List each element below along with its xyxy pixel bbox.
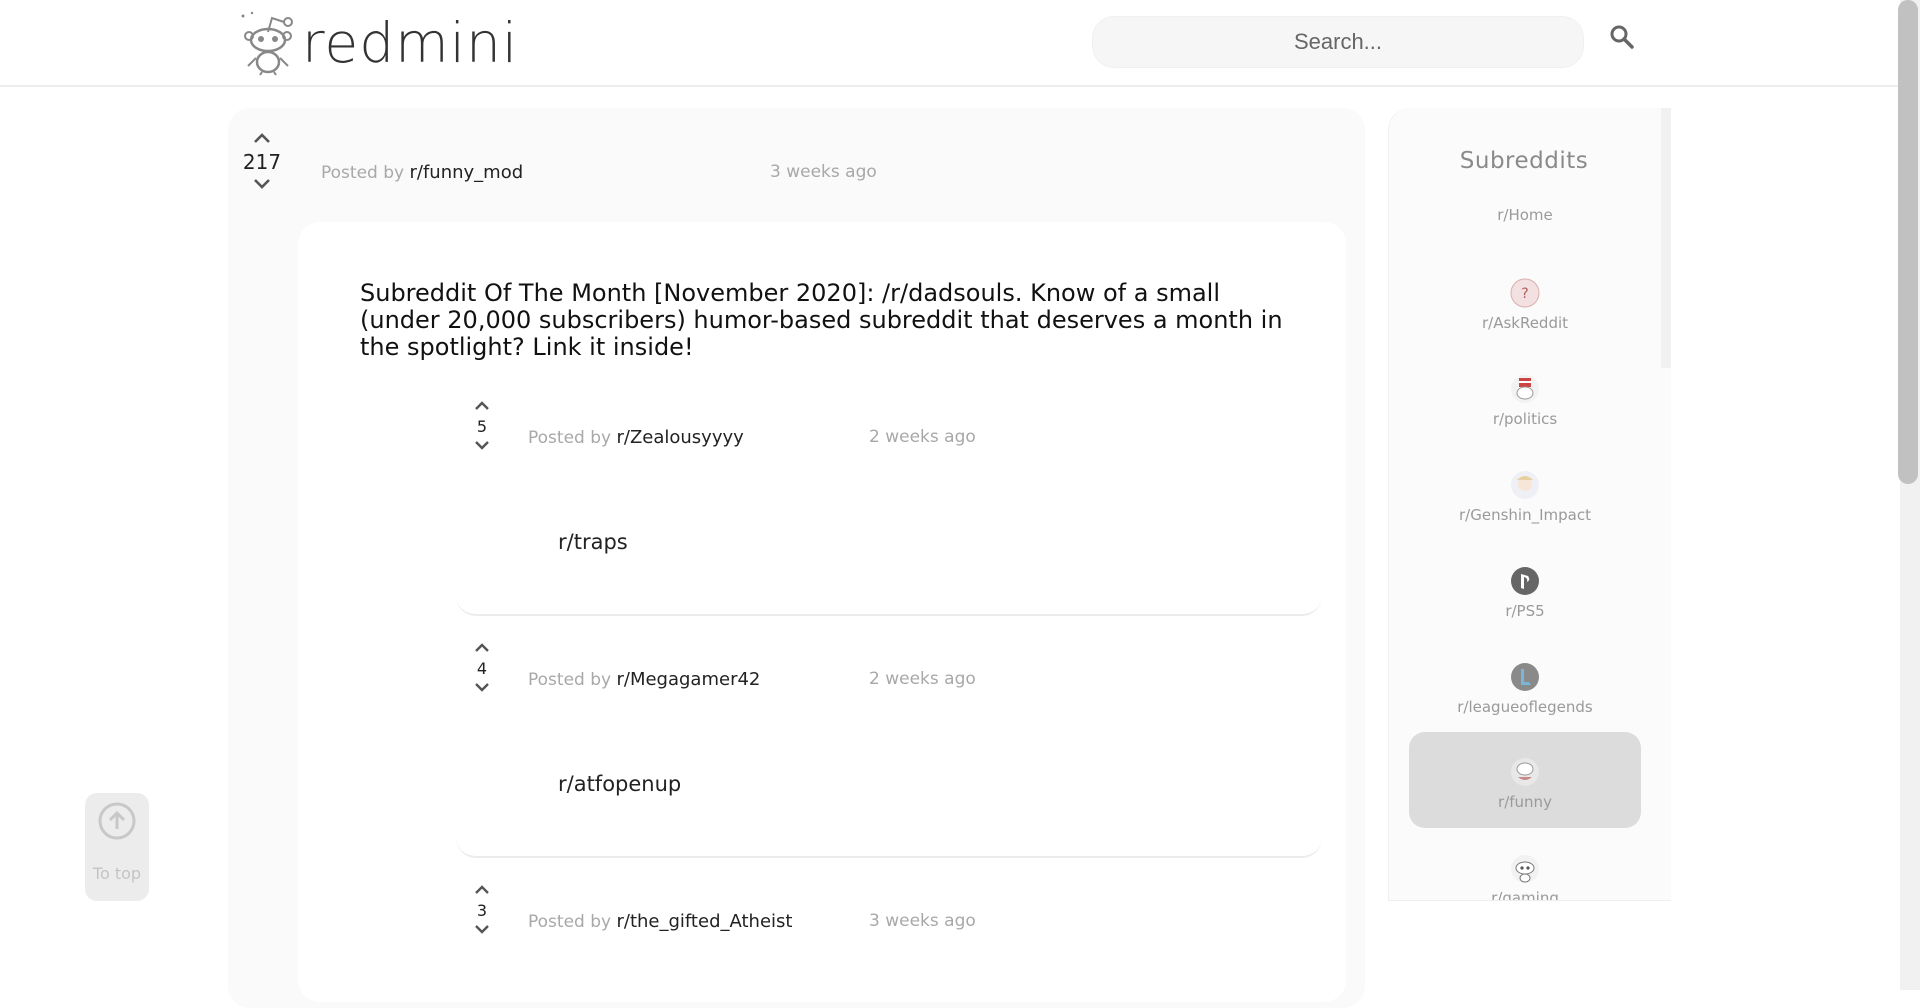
downvote-icon[interactable] bbox=[474, 924, 490, 934]
posted-by-label: Posted by bbox=[528, 428, 612, 448]
downvote-icon[interactable] bbox=[474, 682, 490, 692]
sidebar-item-label: r/PS5 bbox=[1505, 602, 1545, 620]
search-icon[interactable] bbox=[1607, 22, 1637, 52]
comment-meta: Posted by r/Megagamer42 bbox=[528, 669, 760, 690]
subreddit-sidebar: Subreddits r/Home ? r/AskReddit r/politi… bbox=[1388, 108, 1671, 901]
search-input[interactable] bbox=[1093, 28, 1583, 56]
comment-body: r/traps bbox=[558, 530, 628, 554]
comment-vote-count: 4 bbox=[476, 659, 488, 678]
sidebar-item-label: r/Genshin_Impact bbox=[1459, 506, 1591, 524]
comment-author[interactable]: r/Megagamer42 bbox=[616, 669, 760, 690]
search-box[interactable] bbox=[1092, 16, 1584, 68]
post-vote: 217 bbox=[243, 132, 281, 190]
logo-text: redmini bbox=[302, 10, 519, 75]
genshin-icon bbox=[1511, 471, 1539, 499]
askreddit-icon: ? bbox=[1510, 278, 1540, 308]
post-title: Subreddit Of The Month [November 2020]: … bbox=[360, 279, 1283, 361]
top-header: redmini bbox=[0, 0, 1900, 87]
comment-vote-count: 3 bbox=[476, 901, 488, 920]
comment-time: 3 weeks ago bbox=[869, 911, 976, 931]
comment-author[interactable]: r/Zealousyyyy bbox=[616, 427, 743, 448]
comment-time: 2 weeks ago bbox=[869, 427, 976, 447]
posted-by-label: Posted by bbox=[321, 163, 405, 183]
page-scrollbar-thumb[interactable] bbox=[1898, 0, 1918, 484]
to-top-button[interactable]: To top bbox=[85, 793, 149, 901]
sidebar-item-label: r/funny bbox=[1498, 793, 1552, 811]
comment-body: r/atfopenup bbox=[558, 772, 682, 796]
upvote-icon[interactable] bbox=[474, 401, 490, 411]
comment-meta: Posted by r/Zealousyyyy bbox=[528, 427, 744, 448]
comment-author[interactable]: r/the_gifted_Atheist bbox=[616, 911, 792, 932]
snoo-logo-icon bbox=[241, 11, 293, 76]
logo[interactable]: redmini bbox=[238, 8, 518, 78]
downvote-icon[interactable] bbox=[253, 178, 271, 190]
comment-vote: 3 bbox=[462, 885, 502, 934]
arrow-up-circle-icon bbox=[98, 802, 136, 840]
snoo-icon bbox=[1511, 855, 1539, 883]
sidebar-item-funny[interactable]: r/funny bbox=[1409, 732, 1641, 828]
downvote-icon[interactable] bbox=[474, 440, 490, 450]
upvote-icon[interactable] bbox=[253, 132, 271, 144]
sidebar-item-home[interactable]: r/Home bbox=[1409, 196, 1641, 246]
post-time: 3 weeks ago bbox=[770, 162, 877, 182]
sidebar-title: Subreddits bbox=[1459, 148, 1589, 174]
sidebar-item-askreddit[interactable]: ? r/AskReddit bbox=[1409, 273, 1641, 369]
svg-text:?: ? bbox=[1521, 286, 1528, 302]
post-author[interactable]: r/funny_mod bbox=[409, 162, 523, 183]
league-icon bbox=[1511, 663, 1539, 691]
sidebar-item-label: r/gaming bbox=[1491, 889, 1559, 901]
posted-by-label: Posted by bbox=[528, 912, 612, 932]
post-meta: Posted by r/funny_mod bbox=[321, 162, 523, 183]
comment-vote: 4 bbox=[462, 643, 502, 692]
sidebar-item-label: r/leagueoflegends bbox=[1457, 698, 1593, 716]
sidebar-item-label: r/politics bbox=[1492, 410, 1558, 428]
comment-time: 2 weeks ago bbox=[869, 669, 976, 689]
post-vote-count: 217 bbox=[242, 150, 282, 174]
comment-meta: Posted by r/the_gifted_Atheist bbox=[528, 911, 792, 932]
sidebar-item-politics[interactable]: r/politics bbox=[1409, 369, 1641, 465]
sidebar-item-gaming[interactable]: r/gaming bbox=[1409, 850, 1641, 901]
sidebar-item-genshin[interactable]: r/Genshin_Impact bbox=[1409, 465, 1641, 561]
playstation-icon bbox=[1511, 567, 1539, 595]
comment-vote-count: 5 bbox=[476, 417, 488, 436]
upvote-icon[interactable] bbox=[474, 643, 490, 653]
sidebar-scrollbar[interactable] bbox=[1661, 108, 1671, 368]
sidebar-item-label: r/AskReddit bbox=[1481, 314, 1569, 332]
funny-icon bbox=[1511, 758, 1539, 786]
sidebar-item-label: r/Home bbox=[1497, 206, 1553, 224]
politics-icon bbox=[1511, 375, 1539, 403]
to-top-label: To top bbox=[92, 864, 142, 883]
comment-vote: 5 bbox=[462, 401, 502, 450]
sidebar-item-ps5[interactable]: r/PS5 bbox=[1409, 561, 1641, 657]
upvote-icon[interactable] bbox=[474, 885, 490, 895]
posted-by-label: Posted by bbox=[528, 670, 612, 690]
